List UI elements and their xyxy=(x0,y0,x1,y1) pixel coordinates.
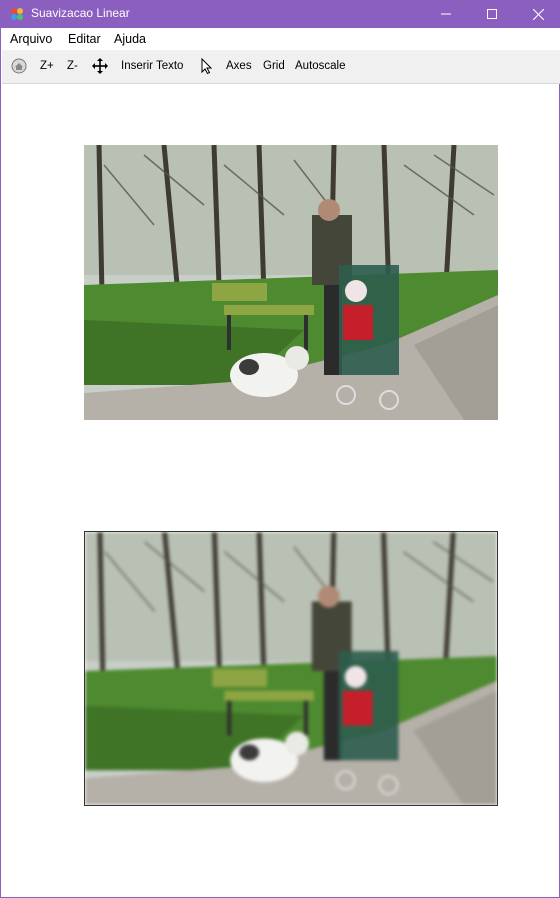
home-icon[interactable] xyxy=(10,57,28,75)
maximize-button[interactable] xyxy=(469,0,515,28)
close-icon xyxy=(532,8,544,20)
close-button[interactable] xyxy=(515,0,560,28)
zoom-in-button[interactable]: Z+ xyxy=(40,60,54,72)
menu-bar: Arquivo Editar Ajuda xyxy=(2,28,560,50)
grid-button[interactable]: Grid xyxy=(263,60,285,72)
menu-ajuda[interactable]: Ajuda xyxy=(114,32,146,46)
move-arrows-icon[interactable] xyxy=(91,57,109,75)
menu-arquivo[interactable]: Arquivo xyxy=(10,32,52,46)
minimize-button[interactable] xyxy=(423,0,469,28)
maximize-icon xyxy=(487,9,497,19)
app-window: Suavizacao Linear Arquivo Editar Ajuda Z… xyxy=(0,0,560,898)
autoscale-button[interactable]: Autoscale xyxy=(295,60,346,72)
menu-editar[interactable]: Editar xyxy=(68,32,101,46)
pointer-icon[interactable] xyxy=(198,57,216,75)
minimize-icon xyxy=(441,13,451,15)
app-icon xyxy=(11,8,23,20)
axes-button[interactable]: Axes xyxy=(226,60,252,72)
insert-text-button[interactable]: Inserir Texto xyxy=(121,60,183,72)
window-title: Suavizacao Linear xyxy=(31,6,130,20)
toolbar: Z+ Z- Inserir Texto Axes Grid Autoscale xyxy=(2,50,560,84)
smoothed-image xyxy=(84,531,498,806)
original-image xyxy=(84,145,498,420)
title-bar[interactable]: Suavizacao Linear xyxy=(1,0,560,28)
zoom-out-button[interactable]: Z- xyxy=(67,60,78,72)
